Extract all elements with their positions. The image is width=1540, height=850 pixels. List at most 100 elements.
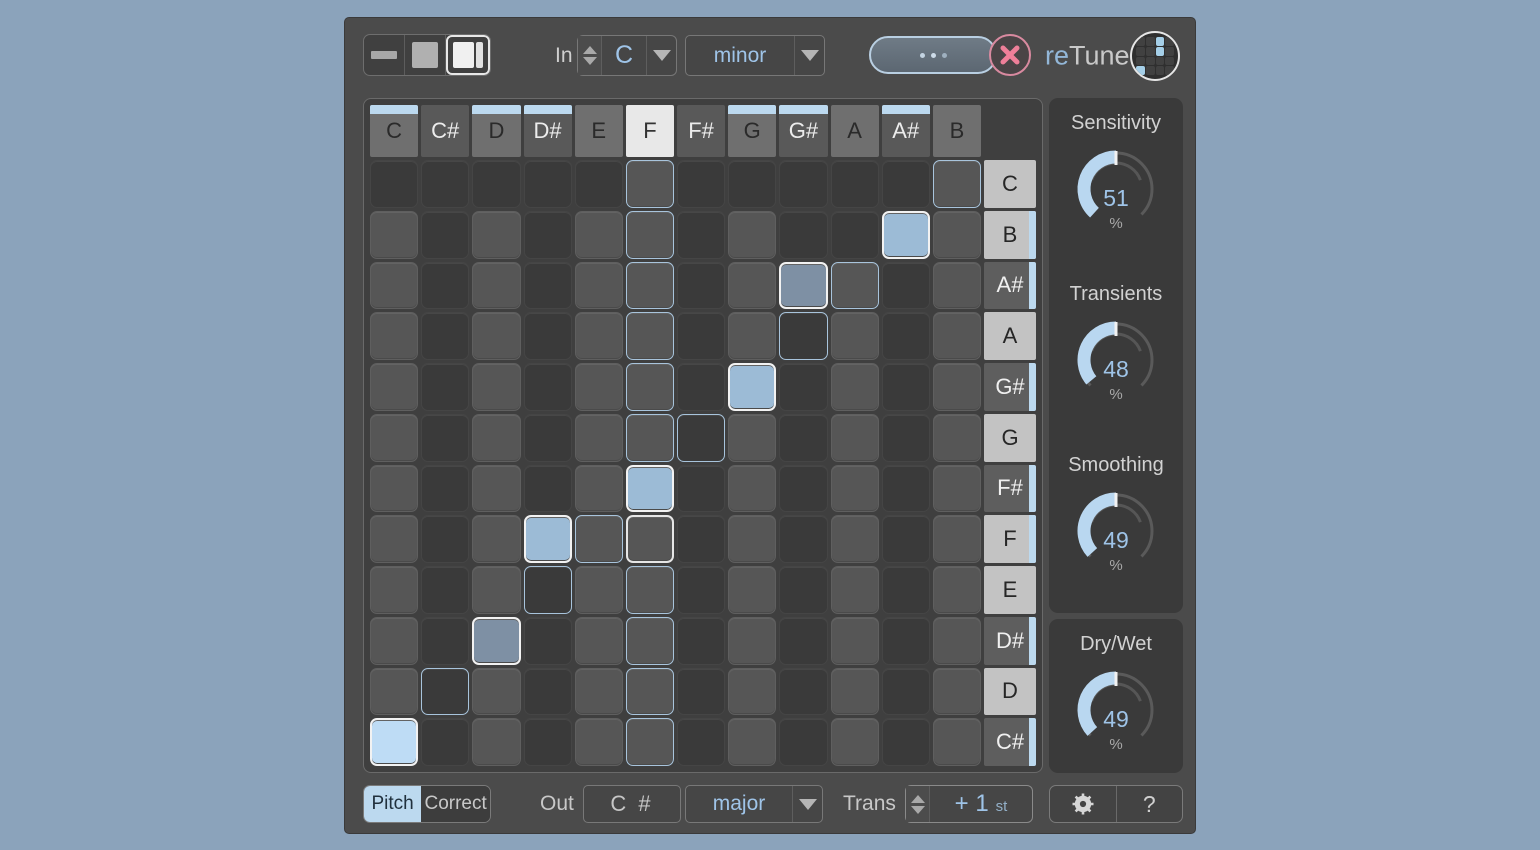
row-label-E[interactable]: E <box>984 566 1036 614</box>
settings-button[interactable] <box>1050 786 1117 822</box>
grid-cell[interactable] <box>830 261 879 310</box>
grid-cell[interactable] <box>523 160 572 208</box>
grid-cell[interactable] <box>830 616 879 665</box>
grid-cell[interactable] <box>779 667 828 716</box>
knob-drywet[interactable]: Dry/Wet 49% <box>1049 619 1183 790</box>
grid-cell[interactable] <box>728 160 777 208</box>
grid-cell[interactable] <box>472 160 521 208</box>
grid-cell[interactable] <box>625 160 674 208</box>
grid-cell[interactable] <box>830 464 879 513</box>
grid-cell[interactable] <box>625 616 674 665</box>
grid-cell[interactable] <box>728 312 777 360</box>
row-label-Csharp[interactable]: C# <box>984 718 1036 766</box>
grid-cell[interactable] <box>421 667 470 716</box>
grid-cell[interactable] <box>574 464 623 513</box>
transpose-spinner[interactable] <box>906 786 930 822</box>
grid-cell[interactable] <box>370 210 419 259</box>
grid-cell[interactable] <box>881 616 930 665</box>
in-scale-selector[interactable]: minor <box>685 35 825 76</box>
grid-cell[interactable] <box>574 515 623 563</box>
grid-cell[interactable] <box>932 718 981 766</box>
grid-cell[interactable] <box>472 210 521 259</box>
grid-cell[interactable] <box>881 261 930 310</box>
grid-cell[interactable] <box>421 515 470 563</box>
grid-cell[interactable] <box>779 515 828 563</box>
grid-cell[interactable] <box>472 413 521 462</box>
grid-cell[interactable] <box>830 718 879 766</box>
grid-cell[interactable] <box>677 464 726 513</box>
grid-cell[interactable] <box>830 515 879 563</box>
grid-cell[interactable] <box>421 312 470 360</box>
grid-cell[interactable] <box>523 210 572 259</box>
grid-cell[interactable] <box>728 616 777 665</box>
row-label-F[interactable]: F <box>984 515 1036 563</box>
grid-cell[interactable] <box>881 413 930 462</box>
column-header-B[interactable]: B <box>932 105 981 157</box>
grid-cell[interactable] <box>421 363 470 411</box>
toggle-pitch[interactable]: Pitch <box>364 786 422 822</box>
grid-cell[interactable] <box>370 363 419 411</box>
column-header-F[interactable]: F <box>625 105 674 157</box>
grid-cell[interactable] <box>779 312 828 360</box>
grid-cell[interactable] <box>779 413 828 462</box>
grid-cell[interactable] <box>881 566 930 614</box>
grid-cell[interactable] <box>421 718 470 766</box>
grid-cell[interactable] <box>523 413 572 462</box>
grid-cell[interactable] <box>472 718 521 766</box>
grid-cell[interactable] <box>779 363 828 411</box>
grid-cell[interactable] <box>370 667 419 716</box>
grid-cell[interactable] <box>677 363 726 411</box>
grid-cell[interactable] <box>625 667 674 716</box>
grid-cell[interactable] <box>881 667 930 716</box>
grid-cell[interactable] <box>932 616 981 665</box>
grid-cell[interactable] <box>421 261 470 310</box>
grid-cell[interactable] <box>830 160 879 208</box>
toggle-correct[interactable]: Correct <box>421 786 490 822</box>
grid-cell[interactable] <box>728 718 777 766</box>
knob-dial[interactable]: 48% <box>1068 312 1164 408</box>
out-scale-selector[interactable]: major <box>685 785 823 823</box>
grid-cell[interactable] <box>677 312 726 360</box>
grid-cell[interactable] <box>625 210 674 259</box>
grid-cell[interactable] <box>625 363 674 411</box>
grid-cell[interactable] <box>472 464 521 513</box>
grid-cell[interactable] <box>932 160 981 208</box>
column-header-Fsharp[interactable]: F# <box>677 105 726 157</box>
grid-cell[interactable] <box>881 718 930 766</box>
in-key-spinner[interactable] <box>578 36 602 75</box>
grid-cell[interactable] <box>779 160 828 208</box>
knob-sensitivity[interactable]: Sensitivity 51% <box>1049 98 1183 269</box>
grid-cell[interactable] <box>370 312 419 360</box>
grid-cell[interactable] <box>830 363 879 411</box>
grid-cell[interactable] <box>421 566 470 614</box>
grid-cell[interactable] <box>728 261 777 310</box>
out-key-field[interactable]: C # <box>583 785 681 823</box>
grid-cell[interactable] <box>523 363 572 411</box>
knob-dial[interactable]: 51% <box>1068 141 1164 237</box>
knob-dial[interactable]: 49% <box>1068 662 1164 758</box>
grid-cell[interactable] <box>881 464 930 513</box>
grid-cell[interactable] <box>881 363 930 411</box>
grid-cell[interactable] <box>677 515 726 563</box>
grid-cell[interactable] <box>830 210 879 259</box>
grid-cell[interactable] <box>574 160 623 208</box>
row-label-Asharp[interactable]: A# <box>984 261 1036 310</box>
grid-cell[interactable] <box>932 261 981 310</box>
grid-cell[interactable] <box>523 718 572 766</box>
grid-cell[interactable] <box>370 616 419 665</box>
out-scale-dropdown[interactable] <box>792 786 822 822</box>
grid-cell[interactable] <box>830 566 879 614</box>
grid-cell[interactable] <box>523 616 572 665</box>
grid-cell[interactable] <box>881 160 930 208</box>
grid-cell[interactable] <box>677 566 726 614</box>
grid-cell[interactable] <box>677 210 726 259</box>
grid-cell[interactable] <box>625 261 674 310</box>
grid-cell[interactable] <box>932 667 981 716</box>
grid-cell[interactable] <box>677 160 726 208</box>
grid-cell[interactable] <box>574 312 623 360</box>
grid-cell[interactable] <box>728 210 777 259</box>
grid-cell[interactable] <box>932 413 981 462</box>
grid-cell[interactable] <box>677 261 726 310</box>
grid-cell[interactable] <box>932 515 981 563</box>
row-label-D[interactable]: D <box>984 667 1036 716</box>
